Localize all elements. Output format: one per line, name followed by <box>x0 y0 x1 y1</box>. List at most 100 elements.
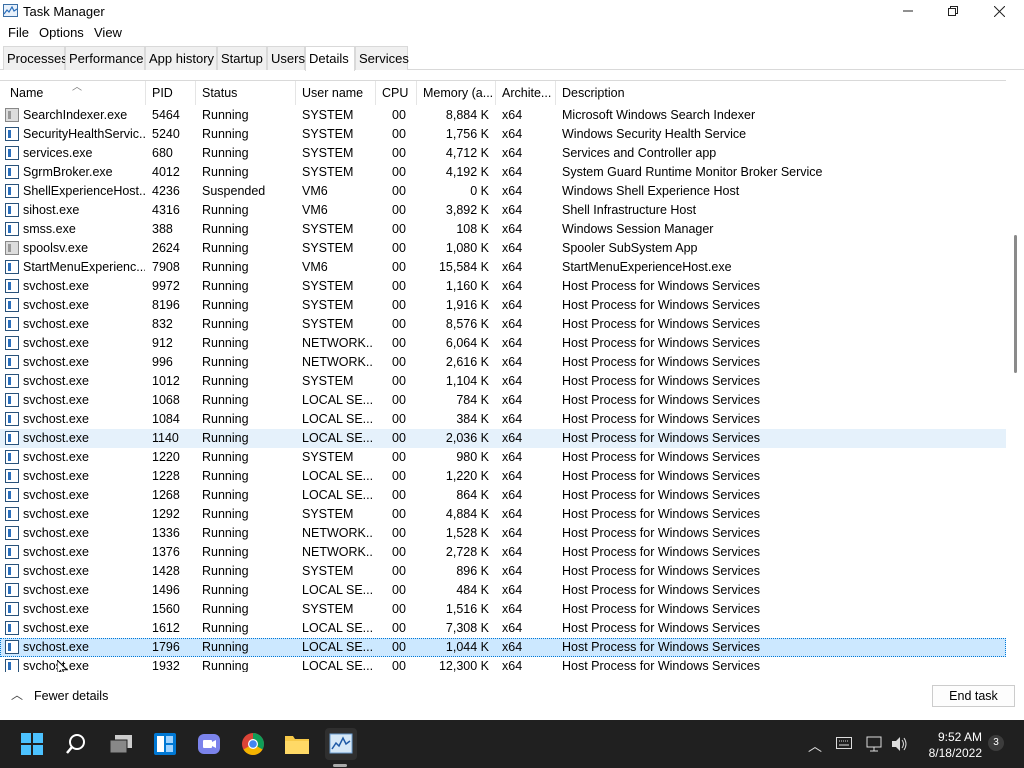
tab-performance[interactable]: Performance <box>65 46 145 70</box>
cell-mem: 896 K <box>456 564 489 578</box>
cell-mem: 4,712 K <box>445 146 489 160</box>
table-row[interactable]: svchost.exe 1560 Running SYSTEM 00 1,516 K x64… <box>0 600 1006 619</box>
column-header-name[interactable]: ︿ Name <box>4 81 146 105</box>
keyboard-icon[interactable] <box>836 736 852 752</box>
cell-pid: 1336 <box>152 526 180 540</box>
cell-status: Running <box>202 279 249 293</box>
table-row[interactable]: SecurityHealthServic... 5240 Running SYSTEM… <box>0 125 1006 144</box>
cell-cpu: 00 <box>392 583 406 597</box>
end-task-button[interactable]: End task <box>932 685 1015 707</box>
cell-arch: x64 <box>502 564 523 578</box>
cell-user: SYSTEM <box>302 222 354 236</box>
chrome-icon[interactable] <box>238 729 268 759</box>
column-header-user-name[interactable]: User name <box>296 81 376 105</box>
menu-view[interactable]: View <box>94 25 122 40</box>
column-header-cpu[interactable]: CPU <box>376 81 417 105</box>
vertical-scrollbar[interactable] <box>1006 80 1024 672</box>
table-row[interactable]: svchost.exe 996 Running NETWORK... 00 2,616 K… <box>0 353 1006 372</box>
column-header-pid[interactable]: PID <box>146 81 196 105</box>
table-row[interactable]: svchost.exe 832 Running SYSTEM 00 8,576 K x64 H… <box>0 315 1006 334</box>
table-row[interactable]: svchost.exe 1376 Running NETWORK... 00 2,728 … <box>0 543 1006 562</box>
cell-user: SYSTEM <box>302 298 354 312</box>
table-row[interactable]: spoolsv.exe 2624 Running SYSTEM 00 1,080 K x64… <box>0 239 1006 258</box>
teams-chat-icon[interactable] <box>194 729 224 759</box>
close-icon[interactable] <box>976 0 1022 22</box>
cell-pid: 1012 <box>152 374 180 388</box>
menu-file[interactable]: File <box>8 25 29 40</box>
cell-mem: 2,616 K <box>445 355 489 369</box>
cell-cpu: 00 <box>392 507 406 521</box>
cell-mem: 1,756 K <box>445 127 489 141</box>
column-header-architecture[interactable]: Archite... <box>496 81 556 105</box>
table-row[interactable]: svchost.exe 1068 Running LOCAL SE... 00 784 K… <box>0 391 1006 410</box>
tab-app-history[interactable]: App history <box>145 46 217 70</box>
cell-user: NETWORK... <box>302 545 374 559</box>
table-row[interactable]: svchost.exe 912 Running NETWORK... 00 6,064 K… <box>0 334 1006 353</box>
tab-processes[interactable]: Processes <box>3 46 68 70</box>
cell-status: Running <box>202 659 249 672</box>
tab-details[interactable]: Details <box>305 46 355 71</box>
cell-pid: 680 <box>152 146 173 160</box>
cell-arch: x64 <box>502 526 523 540</box>
cell-cpu: 00 <box>392 640 406 654</box>
table-row[interactable]: svchost.exe 8196 Running SYSTEM 00 1,916 K x64… <box>0 296 1006 315</box>
scrollbar-thumb[interactable] <box>1014 235 1017 373</box>
search-icon[interactable] <box>61 729 91 759</box>
table-row[interactable]: svchost.exe 1428 Running SYSTEM 00 896 K x64 Ho… <box>0 562 1006 581</box>
table-row[interactable]: svchost.exe 1268 Running LOCAL SE... 00 864 K… <box>0 486 1006 505</box>
tab-services[interactable]: Services <box>355 46 409 70</box>
table-row[interactable]: svchost.exe 1140 Running LOCAL SE... 00 2,036… <box>0 429 1006 448</box>
minimize-icon[interactable] <box>885 0 931 22</box>
maximize-icon[interactable] <box>930 0 976 22</box>
column-header-memory[interactable]: Memory (a... <box>417 81 496 105</box>
cell-user: SYSTEM <box>302 241 354 255</box>
cell-status: Running <box>202 165 249 179</box>
chevron-up-icon[interactable]: ︿ <box>808 736 822 756</box>
widgets-icon[interactable] <box>150 729 180 759</box>
cell-user: VM6 <box>302 184 328 198</box>
table-row[interactable]: svchost.exe 1932 Running LOCAL SE... 00 12,30… <box>0 657 1006 672</box>
title-bar: Task Manager <box>0 0 1024 22</box>
column-header-description[interactable]: Description <box>556 81 1006 105</box>
tab-users[interactable]: Users <box>267 46 305 70</box>
volume-icon[interactable] <box>891 736 909 755</box>
table-row[interactable]: StartMenuExperienc... 7908 Running VM6 00 15,… <box>0 258 1006 277</box>
table-row[interactable]: sihost.exe 4316 Running VM6 00 3,892 K x64 Shel… <box>0 201 1006 220</box>
column-header-status[interactable]: Status <box>196 81 296 105</box>
process-name: svchost.exe <box>23 298 90 312</box>
cell-mem: 1,916 K <box>445 298 489 312</box>
cell-pid: 1292 <box>152 507 180 521</box>
cell-user: LOCAL SE... <box>302 640 374 654</box>
cell-mem: 484 K <box>456 583 489 597</box>
windows-start-icon[interactable] <box>17 729 47 759</box>
tab-startup[interactable]: Startup <box>217 46 267 70</box>
cell-cpu: 00 <box>392 146 406 160</box>
fewer-details-link[interactable]: Fewer details <box>34 689 108 703</box>
menu-options[interactable]: Options <box>39 25 84 40</box>
chevron-up-icon[interactable]: ︿ <box>11 686 23 703</box>
table-row[interactable]: ShellExperienceHost.... 4236 Suspended VM6 0… <box>0 182 1006 201</box>
table-row[interactable]: svchost.exe 1012 Running SYSTEM 00 1,104 K x64… <box>0 372 1006 391</box>
cell-desc: Host Process for Windows Services <box>562 355 760 369</box>
table-row[interactable]: svchost.exe 9972 Running SYSTEM 00 1,160 K x64… <box>0 277 1006 296</box>
task-view-icon[interactable] <box>106 729 136 759</box>
table-row[interactable]: SearchIndexer.exe 5464 Running SYSTEM 00 8,88… <box>0 106 1006 125</box>
table-row[interactable]: svchost.exe 1084 Running LOCAL SE... 00 384 K… <box>0 410 1006 429</box>
task-manager-icon[interactable] <box>325 728 357 760</box>
process-icon <box>5 146 19 160</box>
table-row[interactable]: services.exe 680 Running SYSTEM 00 4,712 K x64… <box>0 144 1006 163</box>
notification-badge[interactable]: 3 <box>988 735 1004 751</box>
table-row[interactable]: svchost.exe 1292 Running SYSTEM 00 4,884 K x64… <box>0 505 1006 524</box>
network-icon[interactable] <box>866 736 884 755</box>
file-explorer-icon[interactable] <box>282 729 312 759</box>
table-row[interactable]: svchost.exe 1228 Running LOCAL SE... 00 1,220… <box>0 467 1006 486</box>
system-clock[interactable]: 9:52 AM 8/18/2022 <box>912 729 982 761</box>
cell-status: Running <box>202 450 249 464</box>
table-row[interactable]: svchost.exe 1612 Running LOCAL SE... 00 7,308… <box>0 619 1006 638</box>
table-row[interactable]: smss.exe 388 Running SYSTEM 00 108 K x64 Window… <box>0 220 1006 239</box>
table-row[interactable]: SgrmBroker.exe 4012 Running SYSTEM 00 4,192 K… <box>0 163 1006 182</box>
table-row[interactable]: svchost.exe 1220 Running SYSTEM 00 980 K x64 Ho… <box>0 448 1006 467</box>
table-row[interactable]: svchost.exe 1336 Running NETWORK... 00 1,528 … <box>0 524 1006 543</box>
table-row[interactable]: svchost.exe 1496 Running LOCAL SE... 00 484 K… <box>0 581 1006 600</box>
table-row[interactable]: svchost.exe 1796 Running LOCAL SE... 00 1,044… <box>0 638 1006 657</box>
